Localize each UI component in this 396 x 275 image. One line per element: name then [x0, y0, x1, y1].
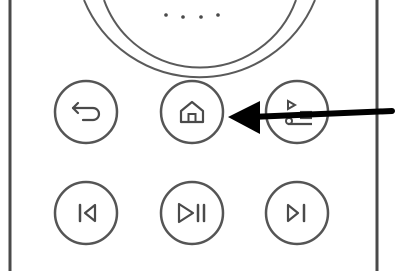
- top-dial[interactable]: [83, 0, 316, 79]
- dial-dot: [216, 13, 220, 17]
- skip-next-icon: [286, 203, 306, 223]
- dial-dot: [181, 15, 185, 19]
- dial-dot: [164, 13, 168, 17]
- previous-button[interactable]: [53, 180, 119, 246]
- play-pause-button[interactable]: [159, 180, 225, 246]
- skip-previous-icon: [78, 203, 97, 223]
- dial-dot: [199, 15, 203, 19]
- remote-control-illustration: [0, 0, 396, 271]
- remote-svg: [8, 0, 395, 271]
- next-button[interactable]: [264, 180, 330, 246]
- dial-outer-ring: [83, 0, 316, 79]
- play-pause-icon: [177, 202, 206, 224]
- back-arrow-icon: [71, 101, 101, 122]
- back-button[interactable]: [53, 79, 119, 145]
- home-button[interactable]: [159, 79, 225, 145]
- home-icon: [179, 100, 205, 124]
